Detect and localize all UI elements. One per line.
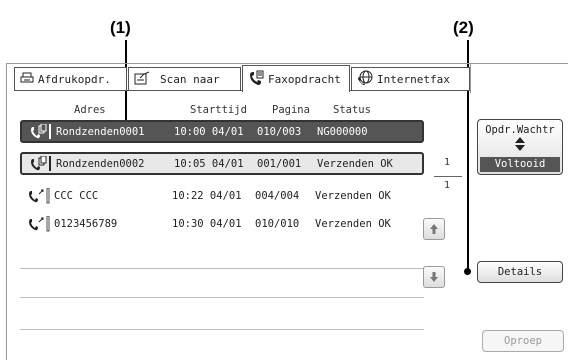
tab-label: Scan naar [160, 72, 220, 86]
row-start-time: 10:00 04/01 [174, 125, 244, 138]
job-row[interactable]: Rondzenden0002 10:05 04/01 001/001 Verze… [20, 152, 424, 175]
right-panel-divider [470, 63, 471, 93]
column-header-status: Status [333, 104, 371, 116]
scroll-up-button[interactable] [423, 218, 445, 240]
tab-scan-to[interactable]: Scan naar [128, 67, 241, 90]
tab-label: Internetfax [377, 72, 450, 86]
row-start-time: 10:30 04/01 [172, 217, 242, 230]
fax-send-icon [20, 187, 54, 204]
row-start-time: 10:22 04/01 [172, 189, 242, 202]
recall-button[interactable]: Oproep [482, 330, 564, 352]
broadcast-icon [22, 155, 56, 172]
job-row[interactable]: CCC CCC 10:22 04/01 004/004 Verzenden OK [20, 184, 424, 207]
row-pages: 001/001 [257, 157, 302, 170]
queue-done-toggle[interactable]: Opdr.Wachtr Voltooid [477, 119, 563, 175]
scanner-icon [134, 71, 150, 88]
details-button[interactable]: Details [477, 261, 563, 283]
tab-label: Faxopdracht [268, 72, 341, 86]
tab-print-jobs[interactable]: Afdrukopdr. [14, 67, 127, 90]
arrow-up-icon [429, 220, 439, 239]
job-row[interactable]: Rondzenden0001 10:00 04/01 010/003 NG000… [20, 120, 424, 143]
fax-send-icon [20, 215, 54, 232]
row-pages: 010/010 [255, 217, 300, 230]
done-label[interactable]: Voltooid [480, 157, 560, 172]
tab-internet-fax[interactable]: Internetfax [351, 67, 470, 90]
column-header-address: Adres [74, 104, 106, 116]
tab-fax-jobs[interactable]: Faxopdracht [242, 65, 350, 92]
row-pages: 004/004 [255, 189, 300, 202]
row-address: Rondzenden0002 [56, 157, 145, 170]
toggle-arrows-icon [478, 136, 562, 151]
callout-2: (2) [453, 18, 474, 37]
broadcast-icon [22, 123, 56, 140]
callout-1: (1) [110, 18, 131, 37]
job-row[interactable]: 0123456789 10:30 04/01 010/010 Verzenden… [20, 212, 424, 235]
row-divider [20, 329, 424, 330]
printer-icon [20, 72, 34, 87]
row-status: Verzenden OK [317, 157, 393, 170]
row-pages: 010/003 [257, 125, 302, 138]
tab-label: Afdrukopdr. [38, 72, 111, 86]
fax-icon [248, 70, 264, 89]
row-divider [20, 297, 424, 298]
row-status: NG000000 [317, 125, 368, 138]
internet-fax-icon [357, 70, 373, 89]
row-address: Rondzenden0001 [56, 125, 145, 138]
row-divider [20, 268, 424, 269]
pager-divider [434, 176, 462, 177]
row-address: CCC CCC [54, 189, 99, 202]
row-start-time: 10:05 04/01 [174, 157, 244, 170]
page-total: 1 [444, 180, 451, 191]
row-status: Verzenden OK [315, 189, 391, 202]
column-header-pages: Pagina [272, 104, 310, 116]
row-status: Verzenden OK [315, 217, 391, 230]
scroll-down-button[interactable] [423, 266, 445, 288]
column-header-start-time: Starttijd [190, 104, 247, 116]
arrow-down-icon [429, 268, 439, 287]
queue-label[interactable]: Opdr.Wachtr [478, 124, 562, 136]
row-address: 0123456789 [54, 217, 118, 230]
page-current: 1 [444, 157, 451, 168]
